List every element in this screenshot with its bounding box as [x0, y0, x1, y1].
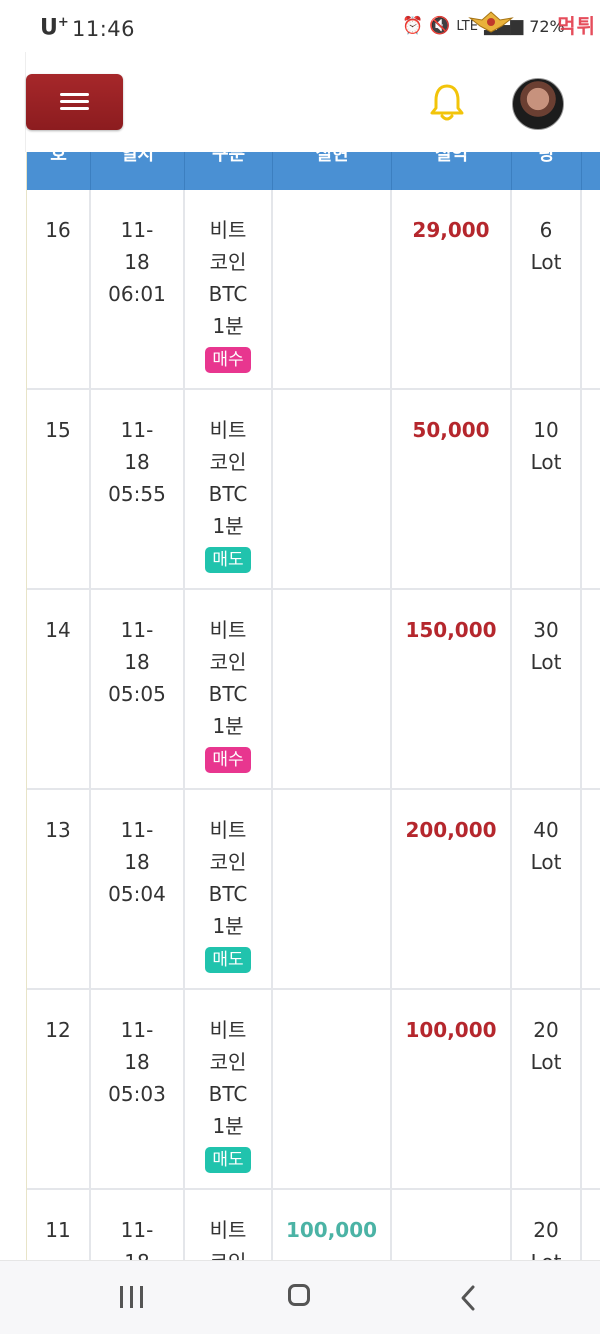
row-datetime: 11- 18 05:55	[91, 390, 185, 588]
row-type: 비트 코인 BTC 1분 매도	[185, 390, 273, 588]
table-body: 16 11- 18 06:01 비트 코인 BTC 1분 매수 29,000 6 Lot 15…	[27, 190, 600, 1260]
top-bar	[25, 52, 600, 152]
row-lot: 10 Lot	[512, 390, 582, 588]
table-row[interactable]: 11 11-18 비트코인 100,000 20Lot	[27, 1190, 600, 1260]
left-frame	[0, 52, 28, 1260]
row-profit	[392, 1190, 512, 1260]
recent-apps-icon[interactable]	[120, 1286, 146, 1308]
column-header-profit[interactable]: 실익	[392, 152, 512, 190]
column-header-no[interactable]: 호	[27, 152, 91, 190]
table-row[interactable]: 15 11- 18 05:55 비트 코인 BTC 1분 매도 50,000 10 Lot	[27, 390, 600, 590]
status-bar: U+ 11:46 ⏰ 🔇 LTE ▂▄▆ 72% 먹튀	[0, 0, 600, 52]
avatar[interactable]	[512, 78, 564, 130]
row-lot: 6 Lot	[512, 190, 582, 388]
column-header-type[interactable]: 구분	[185, 152, 273, 190]
row-type: 비트 코인 BTC 1분 매수	[185, 190, 273, 388]
column-header-realized[interactable]: 실현	[273, 152, 392, 190]
row-datetime: 11- 18 05:05	[91, 590, 185, 788]
bell-icon[interactable]	[429, 82, 465, 122]
row-realized: 100,000	[273, 1190, 392, 1260]
hamburger-icon	[60, 93, 89, 96]
row-number: 16	[27, 190, 91, 388]
watermark-text: 먹튀	[557, 13, 596, 38]
row-type: 비트코인	[185, 1190, 273, 1260]
buy-badge: 매수	[205, 347, 251, 373]
history-table: 호 일시 구분 실현 실익 랑 16 11- 18 06:01 비트 코인 BTC 1분 매…	[27, 152, 600, 1260]
table-row[interactable]: 14 11- 18 05:05 비트 코인 BTC 1분 매수 150,000 30 Lot	[27, 590, 600, 790]
row-profit: 200,000	[392, 790, 512, 988]
buy-badge: 매수	[205, 747, 251, 773]
row-datetime: 11-18	[91, 1190, 185, 1260]
row-number: 11	[27, 1190, 91, 1260]
row-datetime: 11- 18 05:03	[91, 990, 185, 1188]
column-header-extra	[582, 152, 600, 190]
row-realized	[273, 790, 392, 988]
row-realized	[273, 990, 392, 1188]
row-lot: 20Lot	[512, 1190, 582, 1260]
row-profit: 100,000	[392, 990, 512, 1188]
menu-button[interactable]	[26, 74, 123, 130]
clock: 11:46	[72, 17, 136, 41]
row-realized	[273, 390, 392, 588]
row-realized	[273, 190, 392, 388]
row-type: 비트 코인 BTC 1분 매도	[185, 790, 273, 988]
home-icon[interactable]	[288, 1284, 310, 1306]
table-row[interactable]: 16 11- 18 06:01 비트 코인 BTC 1분 매수 29,000 6 Lot	[27, 190, 600, 390]
row-extra	[582, 390, 600, 588]
sell-badge: 매도	[205, 947, 251, 973]
row-extra	[582, 990, 600, 1188]
hamburger-line	[60, 100, 89, 103]
mute-icon: 🔇	[429, 16, 451, 36]
hamburger-line	[60, 107, 89, 110]
row-realized	[273, 590, 392, 788]
row-extra	[582, 190, 600, 388]
eagle-badge-icon	[468, 11, 514, 33]
system-nav-bar	[0, 1260, 600, 1334]
row-extra	[582, 790, 600, 988]
row-lot: 20Lot	[512, 990, 582, 1188]
row-number: 14	[27, 590, 91, 788]
carrier-label: U+	[40, 15, 69, 41]
row-type: 비트 코인 BTC 1분 매도	[185, 990, 273, 1188]
sell-badge: 매도	[205, 1147, 251, 1173]
row-number: 12	[27, 990, 91, 1188]
sell-badge: 매도	[205, 547, 251, 573]
row-extra	[582, 1190, 600, 1260]
back-icon[interactable]	[458, 1284, 478, 1312]
row-number: 13	[27, 790, 91, 988]
row-profit: 29,000	[392, 190, 512, 388]
table-row[interactable]: 13 11- 18 05:04 비트 코인 BTC 1분 매도 200,000 40 Lot	[27, 790, 600, 990]
row-datetime: 11- 18 05:04	[91, 790, 185, 988]
row-extra	[582, 590, 600, 788]
row-lot: 40 Lot	[512, 790, 582, 988]
alarm-icon: ⏰	[402, 16, 424, 36]
row-profit: 150,000	[392, 590, 512, 788]
row-number: 15	[27, 390, 91, 588]
table-header: 호 일시 구분 실현 실익 랑	[27, 152, 600, 190]
watermark-logo: 먹튀	[468, 6, 596, 42]
column-header-lot[interactable]: 랑	[512, 152, 582, 190]
row-datetime: 11- 18 06:01	[91, 190, 185, 388]
row-type: 비트 코인 BTC 1분 매수	[185, 590, 273, 788]
row-lot: 30 Lot	[512, 590, 582, 788]
table-row[interactable]: 12 11- 18 05:03 비트 코인 BTC 1분 매도 100,000 20 Lot	[27, 990, 600, 1190]
column-header-date[interactable]: 일시	[91, 152, 185, 190]
row-profit: 50,000	[392, 390, 512, 588]
